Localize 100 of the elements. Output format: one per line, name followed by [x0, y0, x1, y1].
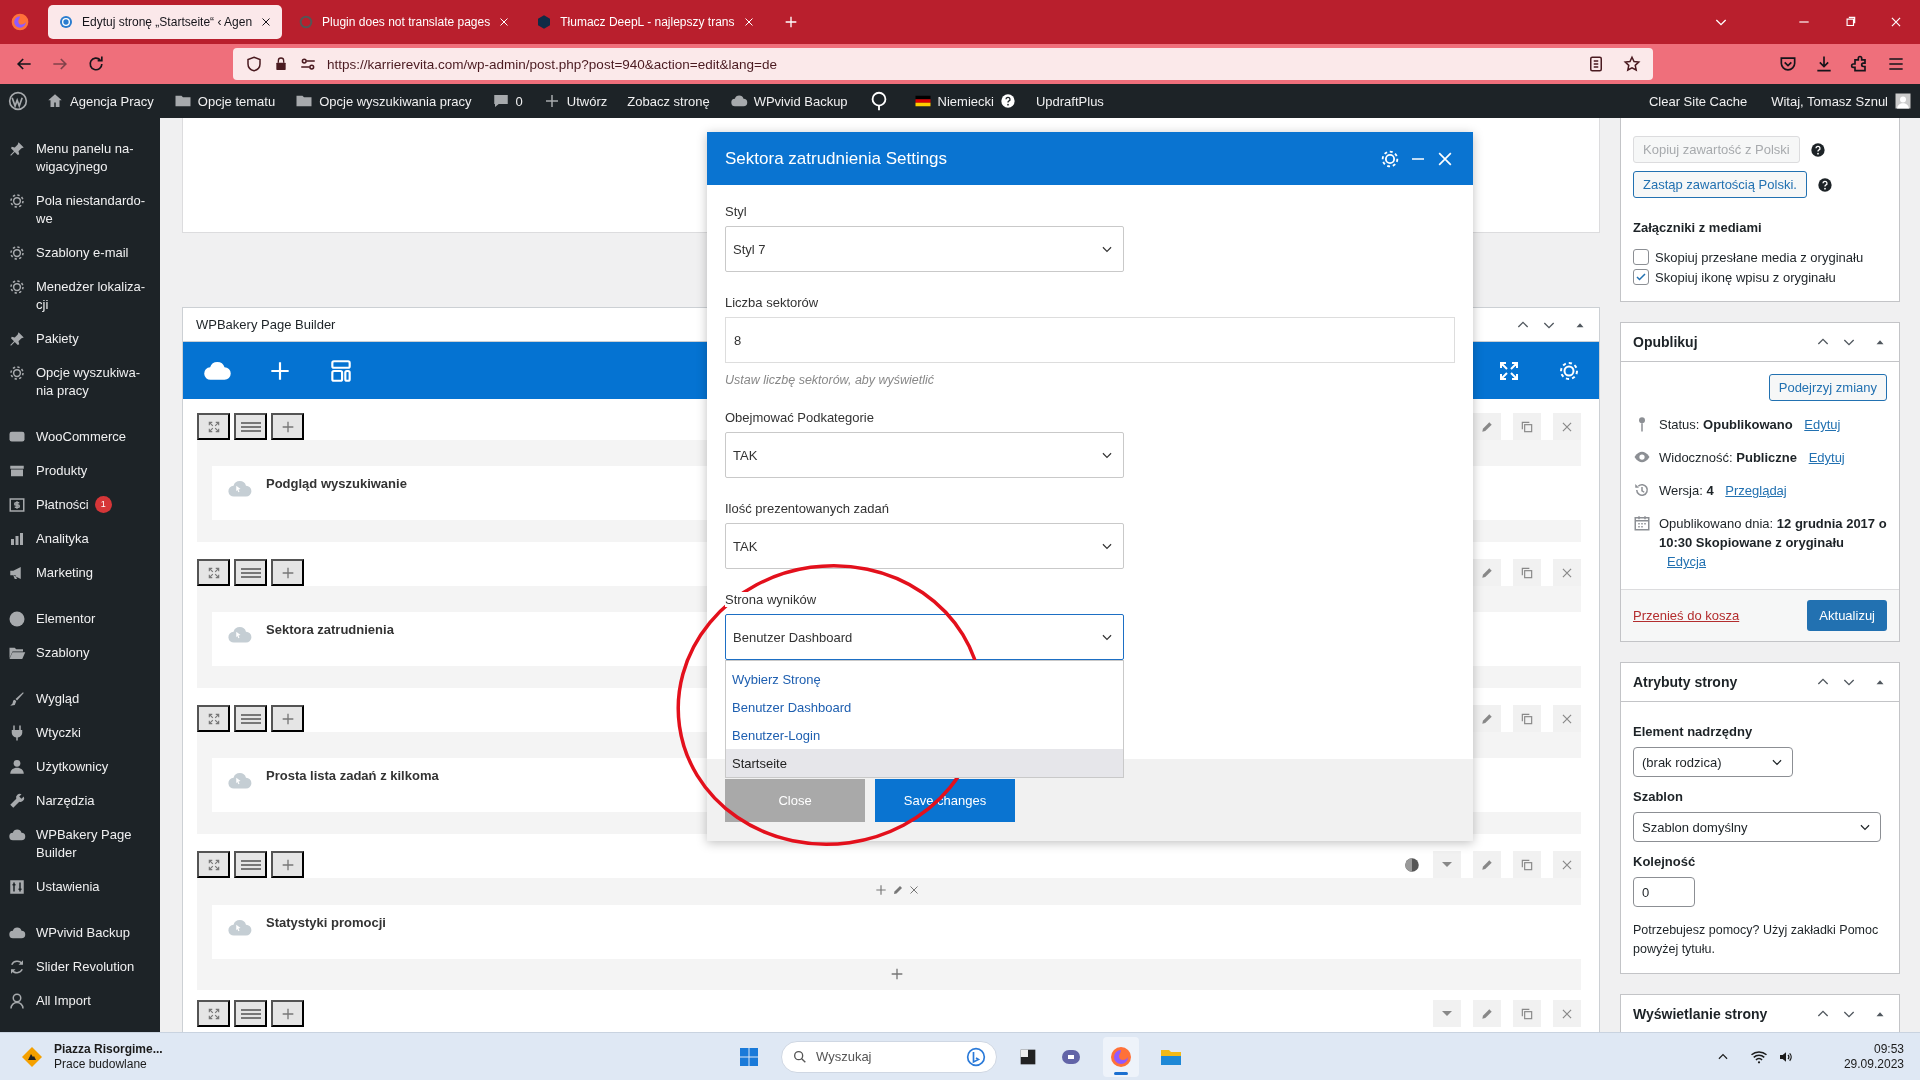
- dropdown-option[interactable]: Startseite: [726, 749, 1123, 777]
- drag-handle[interactable]: [234, 413, 267, 440]
- toolbar-link[interactable]: Opcje tematu: [173, 92, 276, 110]
- toolbar-link[interactable]: 0: [491, 92, 523, 110]
- move-button[interactable]: [197, 851, 230, 878]
- sidebar-item[interactable]: Pakiety: [0, 322, 160, 356]
- edit-link[interactable]: Edytuj: [1804, 417, 1841, 432]
- sidebar-item[interactable]: WPvivid Backup: [0, 916, 160, 950]
- checkbox[interactable]: [1633, 269, 1649, 285]
- sidebar-item[interactable]: Wtyczki: [0, 716, 160, 750]
- sidebar-item[interactable]: Narzędzia: [0, 784, 160, 818]
- dropdown-option[interactable]: Wybierz Stronę: [726, 665, 1123, 693]
- checkbox[interactable]: [1633, 249, 1649, 265]
- avatar-icon[interactable]: [1403, 855, 1421, 874]
- delete-button[interactable]: [1553, 705, 1581, 732]
- clock[interactable]: 09:53 29.09.2023: [1843, 1041, 1904, 1072]
- star-icon[interactable]: [1623, 55, 1641, 73]
- input-field[interactable]: 0: [1633, 877, 1695, 907]
- toolbar-link[interactable]: Zobacz stronę: [627, 93, 710, 109]
- trash-link[interactable]: Przenieś do kosza: [1633, 608, 1740, 623]
- avatar-icon[interactable]: [1894, 92, 1912, 110]
- address-bar[interactable]: https://karrierevita.com/wp-admin/post.php?post=940&action=edit&lang=de: [233, 48, 1653, 80]
- dropdown-option[interactable]: Benutzer Dashboard: [726, 693, 1123, 721]
- drag-handle[interactable]: [234, 705, 267, 732]
- select-field[interactable]: Styl 7: [725, 226, 1124, 272]
- sidebar-item[interactable]: Produkty: [0, 454, 160, 488]
- add-button[interactable]: [271, 1000, 304, 1027]
- weather-warning-icon[interactable]: [20, 1044, 44, 1069]
- sidebar-item[interactable]: Elementor: [0, 602, 160, 636]
- browser-tab[interactable]: Plugin does not translate pages: [288, 5, 521, 39]
- pencil-icon[interactable]: [891, 884, 904, 896]
- select-field[interactable]: (brak rodzica): [1633, 747, 1793, 777]
- move-button[interactable]: [197, 705, 230, 732]
- download-icon[interactable]: [1814, 54, 1834, 74]
- restore-icon[interactable]: [1843, 15, 1857, 29]
- help-icon[interactable]: [1809, 141, 1826, 158]
- help-icon[interactable]: [1816, 176, 1833, 193]
- delete-button[interactable]: [1553, 1000, 1581, 1027]
- toolbar-link[interactable]: Opcje wyszukiwania pracy: [295, 92, 472, 110]
- select-field[interactable]: TAK: [725, 432, 1124, 478]
- layout-icon[interactable]: [328, 357, 354, 384]
- sidebar-item[interactable]: All Import: [0, 984, 160, 1018]
- sidebar-item[interactable]: Opcje wyszukiwa-nia pracy: [0, 356, 160, 408]
- toggle-button[interactable]: [1433, 1000, 1461, 1027]
- save-button[interactable]: Save changes: [875, 778, 1015, 822]
- browser-tab[interactable]: Edytuj stronę „Startseite“ ‹ Agen: [48, 5, 283, 39]
- sidebar-item[interactable]: Slider Revolution: [0, 950, 160, 984]
- edit-link[interactable]: Edycja: [1667, 554, 1707, 569]
- toggle-button[interactable]: [1433, 851, 1461, 878]
- toolbar-link[interactable]: Utwórz: [542, 92, 608, 110]
- update-button[interactable]: Aktualizuj: [1807, 600, 1887, 631]
- select-field[interactable]: TAK: [725, 523, 1124, 569]
- delete-button[interactable]: [1553, 559, 1581, 586]
- edit-button[interactable]: [1473, 851, 1501, 878]
- select-field[interactable]: Szablon domyślny: [1633, 812, 1881, 842]
- browser-logo-icon[interactable]: [1109, 1044, 1133, 1069]
- move-button[interactable]: [197, 559, 230, 586]
- toolbar-link[interactable]: Clear Site Cache: [1648, 93, 1748, 109]
- sidebar-item[interactable]: WooCommerce: [0, 420, 160, 454]
- copy-button[interactable]: [1513, 1000, 1541, 1027]
- add-button[interactable]: [271, 559, 304, 586]
- sidebar-item[interactable]: Szablony e-mail: [0, 236, 160, 270]
- edit-button[interactable]: [1473, 559, 1501, 586]
- edit-button[interactable]: [1473, 705, 1501, 732]
- wordpress-logo-icon[interactable]: [8, 91, 28, 111]
- dropdown-option[interactable]: Benutzer-Login: [726, 721, 1123, 749]
- move-button[interactable]: [197, 1000, 230, 1027]
- close-icon[interactable]: [260, 16, 273, 28]
- browser-tab[interactable]: Tłumacz DeepL - najlepszy trans: [526, 5, 765, 39]
- toolbar-link[interactable]: WPvivid Backup: [729, 92, 848, 110]
- pocket-icon[interactable]: [1778, 54, 1798, 74]
- sidebar-item[interactable]: Ustawienia: [0, 870, 160, 904]
- input-field[interactable]: 8: [725, 317, 1455, 363]
- copy-content-button[interactable]: Zastąp zawartością Polski.: [1633, 171, 1807, 198]
- reader-icon[interactable]: [1587, 55, 1605, 73]
- copy-button[interactable]: [1513, 705, 1541, 732]
- toolbar-link[interactable]: Witaj, Tomasz Sznul: [1771, 93, 1888, 109]
- sidebar-item[interactable]: Analityka: [0, 522, 160, 556]
- copy-button[interactable]: [1513, 559, 1541, 586]
- sidebar-item[interactable]: Menedżer lokaliza-cji: [0, 270, 160, 322]
- content-element[interactable]: Statystyki promocji: [212, 905, 1581, 959]
- close-icon[interactable]: [1889, 15, 1903, 29]
- close-icon[interactable]: [498, 16, 511, 28]
- edit-button[interactable]: [1473, 1000, 1501, 1027]
- move-button[interactable]: [197, 413, 230, 440]
- preview-button[interactable]: Podejrzyj zmiany: [1768, 374, 1887, 401]
- sidebar-item[interactable]: Szablony: [0, 636, 160, 670]
- copy-button[interactable]: [1513, 413, 1541, 440]
- search-field[interactable]: Wyszukaj: [781, 1040, 997, 1073]
- drag-handle[interactable]: [234, 559, 267, 586]
- delete-button[interactable]: [1553, 413, 1581, 440]
- add-button[interactable]: [271, 851, 304, 878]
- edit-link[interactable]: Edytuj: [1808, 450, 1845, 465]
- sidebar-item[interactable]: Płatności 1: [0, 488, 160, 522]
- toolbar-link[interactable]: UpdraftPlus: [1035, 93, 1104, 109]
- edit-button[interactable]: [1473, 413, 1501, 440]
- sidebar-item[interactable]: WPBakery Page Builder: [0, 818, 160, 870]
- drag-handle[interactable]: [234, 1000, 267, 1027]
- sidebar-item[interactable]: Menu panelu na-wigacyjnego: [0, 132, 160, 184]
- delete-button[interactable]: [1553, 851, 1581, 878]
